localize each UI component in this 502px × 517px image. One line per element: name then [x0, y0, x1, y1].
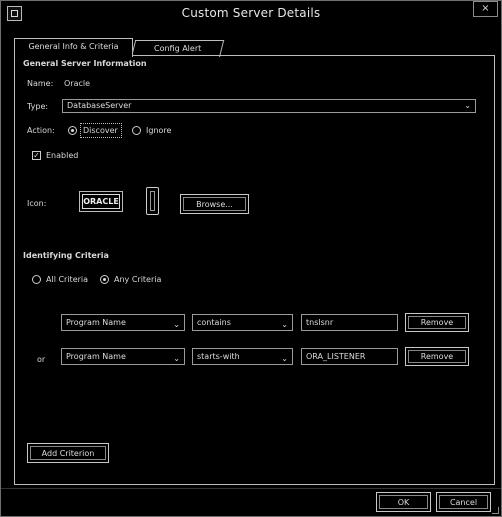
chevron-down-icon: ⌄	[281, 320, 288, 329]
type-select[interactable]: DatabaseServer ⌄	[62, 99, 476, 113]
action-discover-radio[interactable]	[68, 126, 77, 135]
all-criteria-label[interactable]: All Criteria	[46, 275, 88, 284]
close-button[interactable]: ×	[473, 1, 498, 17]
all-criteria-radio[interactable]	[32, 275, 41, 284]
action-discover-label[interactable]: Discover	[83, 126, 118, 135]
action-ignore-radio[interactable]	[132, 126, 141, 135]
tab-panel-general	[14, 55, 495, 485]
chevron-down-icon: ⌄	[173, 354, 180, 363]
criterion-operator-select[interactable]: starts-with ⌄	[192, 348, 293, 365]
add-criterion-label: Add Criterion	[30, 446, 106, 460]
custom-server-details-dialog: Custom Server Details × General Info & C…	[0, 0, 502, 517]
criterion-prefix: or	[37, 355, 46, 364]
chevron-down-icon: ⌄	[281, 354, 288, 363]
resize-grip-icon[interactable]	[492, 507, 499, 514]
icon-label: Icon:	[27, 199, 47, 208]
criterion-field-value: Program Name	[66, 318, 126, 327]
title-bar: Custom Server Details ×	[1, 1, 501, 27]
criterion-operator-value: contains	[197, 318, 231, 327]
action-label: Action:	[27, 126, 55, 135]
icon-slider-handle[interactable]	[146, 187, 159, 215]
remove-button-label: Remove	[408, 350, 466, 363]
server-icon-preview: ORACLE	[79, 191, 123, 212]
name-label: Name:	[27, 79, 54, 88]
any-criteria-radio[interactable]	[100, 275, 109, 284]
tab-general-info[interactable]: General Info & Criteria	[14, 38, 133, 57]
add-criterion-button[interactable]: Add Criterion	[27, 443, 109, 463]
remove-criterion-button[interactable]: Remove	[405, 347, 469, 366]
enabled-label[interactable]: Enabled	[46, 151, 78, 160]
general-section-title: General Server Information	[23, 59, 147, 68]
criteria-section-title: Identifying Criteria	[23, 251, 109, 260]
criterion-field-select[interactable]: Program Name ⌄	[61, 348, 185, 365]
action-ignore-label[interactable]: Ignore	[146, 126, 171, 135]
criterion-value-input[interactable]: tnslsnr	[301, 314, 398, 331]
type-label: Type:	[27, 102, 49, 111]
window-title: Custom Server Details	[181, 6, 321, 20]
criterion-operator-value: starts-with	[197, 352, 240, 361]
any-criteria-label[interactable]: Any Criteria	[114, 275, 161, 284]
slider-grip	[150, 191, 155, 211]
criterion-operator-select[interactable]: contains ⌄	[192, 314, 293, 331]
remove-criterion-button[interactable]: Remove	[405, 313, 469, 332]
chevron-down-icon: ⌄	[173, 320, 180, 329]
cancel-button-label: Cancel	[439, 495, 488, 509]
browse-button-label: Browse...	[183, 197, 246, 211]
ok-button-label: OK	[379, 495, 428, 509]
oracle-logo-text: ORACLE	[82, 194, 120, 209]
browse-button[interactable]: Browse...	[180, 194, 249, 214]
chevron-down-icon: ⌄	[464, 101, 471, 110]
criterion-field-value: Program Name	[66, 352, 126, 361]
criterion-field-select[interactable]: Program Name ⌄	[61, 314, 185, 331]
enabled-checkbox[interactable]: ✓	[32, 151, 41, 160]
remove-button-label: Remove	[408, 316, 466, 329]
criterion-value-input[interactable]: ORA_LISTENER	[301, 348, 398, 365]
cancel-button[interactable]: Cancel	[436, 492, 491, 512]
name-value: Oracle	[64, 79, 91, 88]
ok-button[interactable]: OK	[376, 492, 431, 512]
footer-separator	[1, 488, 501, 489]
type-select-value: DatabaseServer	[67, 101, 132, 110]
